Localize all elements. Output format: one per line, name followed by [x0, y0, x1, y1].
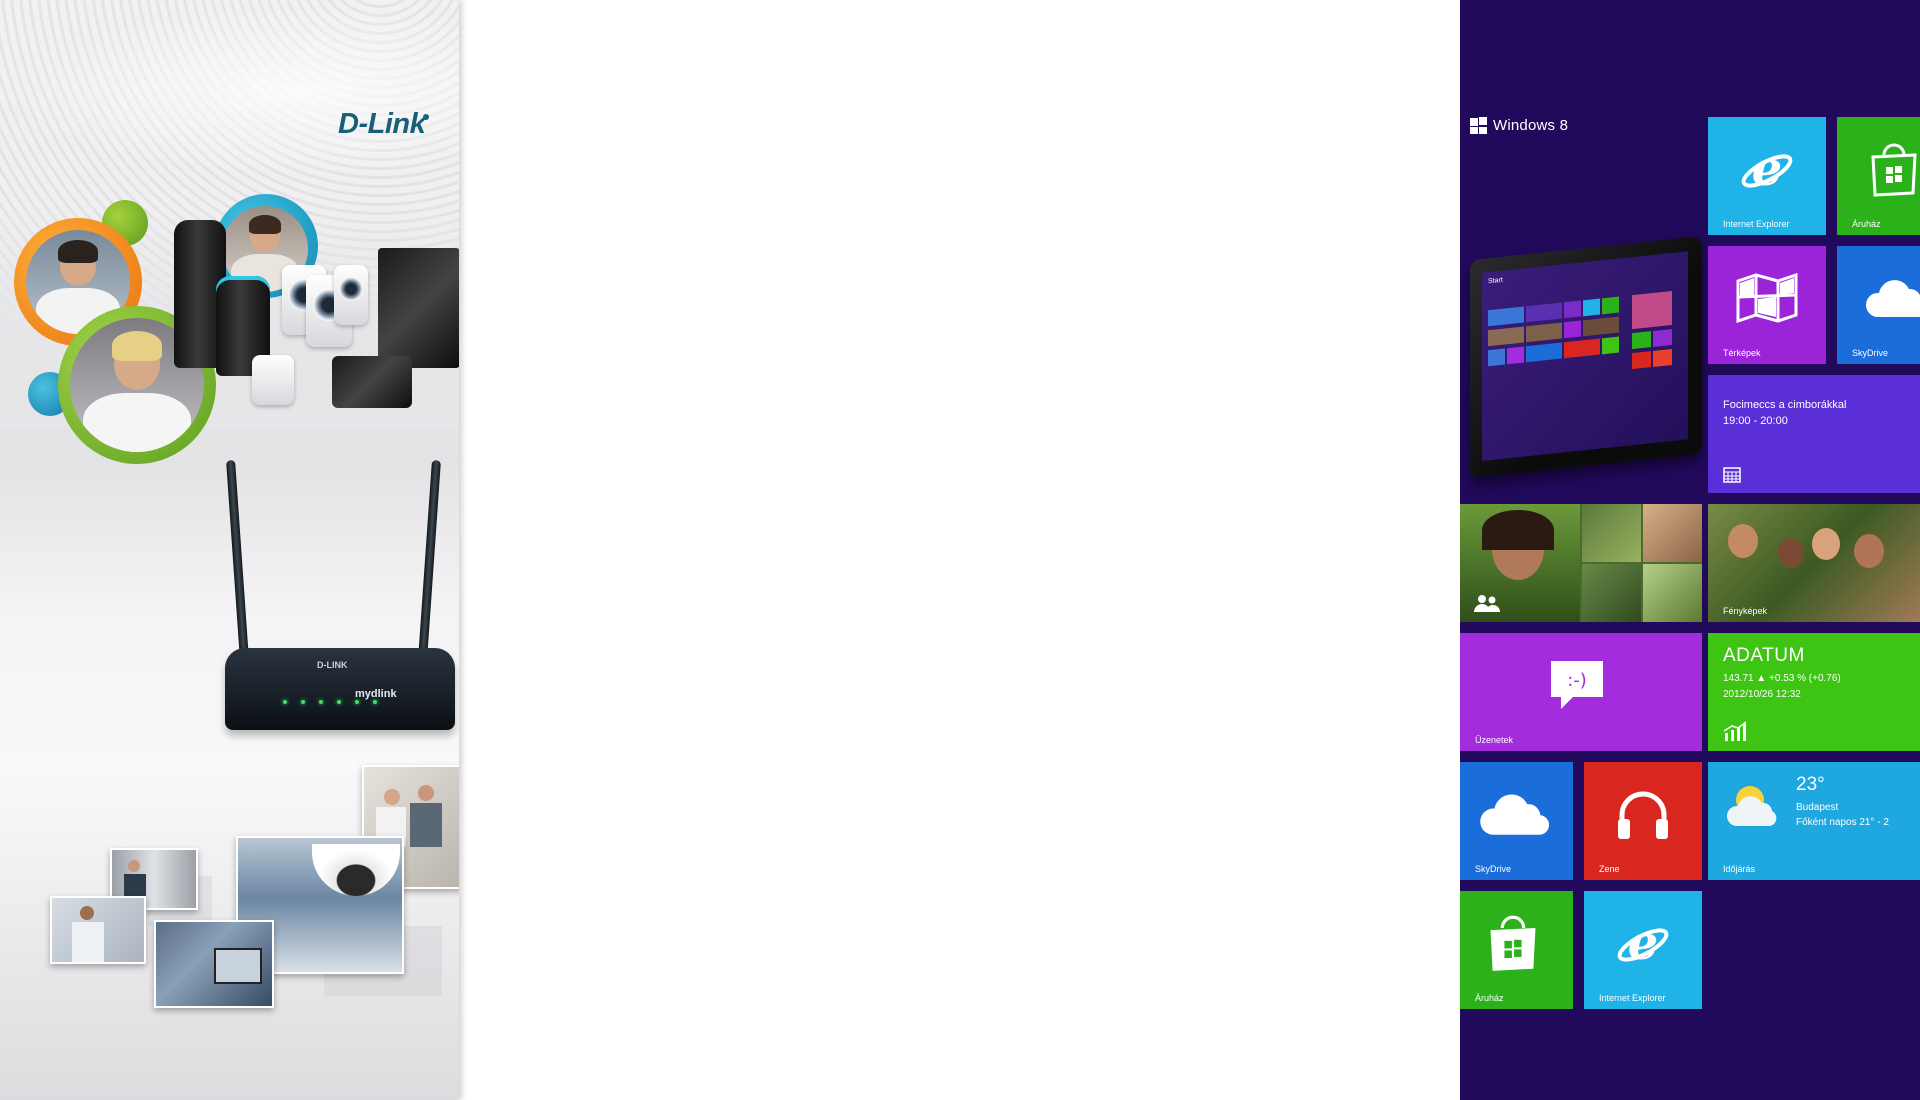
dlink-router-image: D-LINK mydlink — [225, 459, 459, 738]
svg-text::-): :-) — [1567, 670, 1587, 691]
internet-explorer-icon: e — [1741, 141, 1793, 197]
tile-label-music: Zene — [1599, 864, 1620, 874]
calendar-event-time: 19:00 - 20:00 — [1723, 415, 1788, 427]
windows8-logo: Windows 8 — [1470, 117, 1568, 134]
internet-explorer-icon: e — [1617, 915, 1669, 971]
tablet-start-label: Start — [1488, 276, 1503, 286]
tile-label-store: Áruház — [1852, 219, 1881, 229]
tile-skydrive-bottom[interactable]: SkyDrive — [1460, 762, 1573, 880]
calendar-event-title: Focimeccs a cimborákkal — [1723, 399, 1847, 411]
tile-label-store-bottom: Áruház — [1475, 993, 1504, 1003]
router-brand-label: D-LINK — [317, 660, 348, 670]
tile-label-maps: Térképek — [1723, 348, 1761, 358]
tile-label-internet-explorer-bottom: Internet Explorer — [1599, 993, 1666, 1003]
tile-label-messaging: Üzenetek — [1475, 735, 1514, 745]
windows-flag-icon — [1470, 117, 1487, 134]
tile-music[interactable]: Zene — [1584, 762, 1702, 880]
finance-stock-quote: 143.71 ▲ +0.53 % (+0.76) — [1723, 673, 1841, 684]
tile-label-skydrive-bottom: SkyDrive — [1475, 864, 1512, 874]
tile-people[interactable] — [1460, 504, 1702, 622]
finance-chart-icon — [1723, 721, 1747, 741]
dlink-promo-panel: D-Link D-LINK mydlink — [0, 0, 459, 1100]
calendar-icon — [1723, 467, 1741, 483]
finance-stock-name: ADATUM — [1723, 645, 1805, 666]
windows-tablet-image: Start — [1470, 235, 1710, 479]
tile-calendar[interactable]: Focimeccs a cimborákkal 19:00 - 20:00 — [1708, 375, 1920, 493]
tile-label-skydrive-top: SkyDrive — [1852, 348, 1889, 358]
maps-icon — [1736, 272, 1798, 323]
tile-maps[interactable]: Térképek — [1708, 246, 1826, 364]
skydrive-cloud-icon — [1866, 280, 1920, 317]
tile-messaging[interactable]: :-) Üzenetek — [1460, 633, 1702, 751]
weather-city: Budapest — [1796, 802, 1839, 813]
tile-label-weather: Időjárás — [1723, 864, 1756, 874]
store-bag-icon — [1490, 915, 1535, 971]
svg-text:e: e — [1628, 915, 1659, 971]
tile-label-internet-explorer: Internet Explorer — [1723, 219, 1790, 229]
tile-store[interactable]: Áruház — [1837, 117, 1920, 235]
weather-sun-cloud-icon — [1726, 786, 1777, 826]
dlink-logo: D-Link — [338, 108, 430, 140]
headphones-icon — [1618, 791, 1668, 839]
tile-internet-explorer[interactable]: e Internet Explorer — [1708, 117, 1826, 235]
finance-stock-date: 2012/10/26 12:32 — [1723, 689, 1801, 700]
tile-photos[interactable]: Fényképek — [1708, 504, 1920, 622]
skydrive-cloud-icon — [1479, 794, 1549, 835]
router-mydlink-label: mydlink — [355, 688, 397, 700]
weather-temperature: 23° — [1796, 774, 1825, 795]
windows8-title: Windows 8 — [1493, 117, 1569, 134]
tile-store-bottom[interactable]: Áruház — [1460, 891, 1573, 1009]
tile-finance[interactable]: ADATUM 143.71 ▲ +0.53 % (+0.76) 2012/10/… — [1708, 633, 1920, 751]
tile-internet-explorer-bottom[interactable]: e Internet Explorer — [1584, 891, 1702, 1009]
messaging-icon: :-) — [1551, 660, 1603, 709]
tile-weather[interactable]: 23° Budapest Főként napos 21° - 2 Időjár… — [1708, 762, 1920, 880]
tablet-start-screen: Start — [1482, 251, 1688, 461]
weather-description: Főként napos 21° - 2 — [1796, 817, 1889, 828]
collage-photo-monitor-screen — [154, 920, 274, 1008]
store-bag-icon — [1871, 143, 1917, 197]
svg-text:e: e — [1752, 141, 1783, 197]
people-icon — [1474, 595, 1500, 612]
tile-skydrive-top[interactable]: SkyDrive — [1837, 246, 1920, 364]
windows8-promo-panel: Windows 8 Start e Internet Explorer Áruh… — [1460, 0, 1920, 1100]
collage-photo-businessman — [50, 896, 146, 964]
tile-label-photos: Fényképek — [1723, 606, 1768, 616]
